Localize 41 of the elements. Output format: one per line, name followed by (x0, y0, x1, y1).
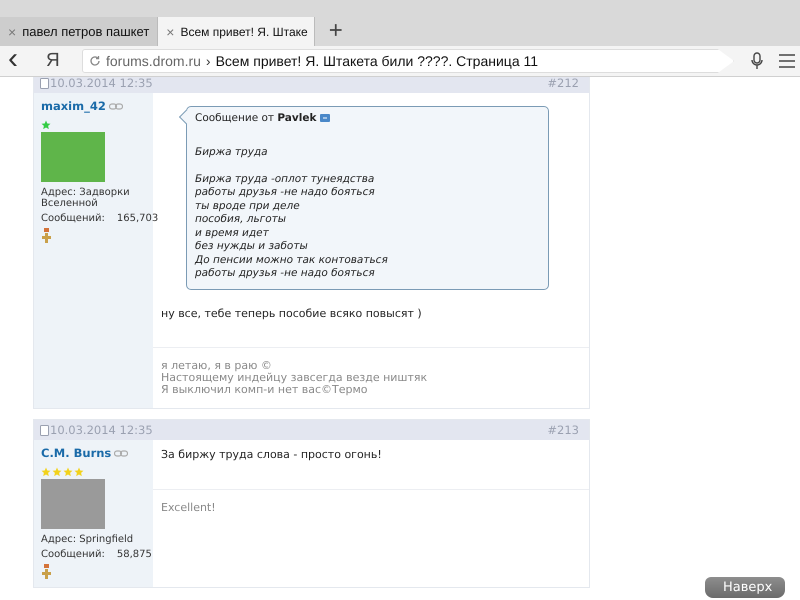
reload-icon[interactable] (89, 55, 101, 67)
message-text: ну все, тебе теперь пособие всяко повысят ) (161, 306, 423, 320)
scroll-top-button[interactable]: Наверх (705, 577, 785, 598)
browser-tab[interactable]: × Всем привет! Я. Штаке (158, 17, 315, 46)
browser-tab[interactable]: × павел петров пашкет (0, 17, 158, 46)
page-title: Всем привет! Я. Штакета били ????. Страница 11 (216, 53, 538, 69)
signature-text: я летаю, я в раю © Настоящему индейцу завсегда везде ништяк Я выключил комп-и нет вас©Термо (160, 358, 428, 398)
link-icon (114, 450, 128, 456)
avatar-placeholder (41, 132, 105, 182)
new-tab-button[interactable]: + (328, 16, 343, 45)
user-address: Адрес: Задворки Вселенной (41, 187, 131, 209)
posts-label: Сообщений: (41, 213, 105, 224)
medal-icon (41, 228, 52, 243)
posts-count: 58,875 (116, 549, 152, 560)
username[interactable]: maxim_42 (41, 99, 106, 113)
signature-text: Excellent! (160, 500, 217, 516)
posts-count: 165,703 (116, 213, 158, 224)
quote-title: Биржа труда (195, 146, 269, 160)
posts-label: Сообщений: (41, 549, 105, 560)
close-icon[interactable]: × (166, 24, 174, 40)
breadcrumb-separator: › (206, 53, 211, 69)
address-host: forums.drom.ru (106, 53, 201, 69)
username[interactable]: C.M. Burns (41, 446, 112, 460)
back-button[interactable]: ‹ (8, 46, 30, 72)
close-icon[interactable]: × (8, 24, 16, 40)
post-date: 10.03.2014 12:35 (50, 423, 153, 437)
link-icon (108, 102, 123, 110)
user-address: Адрес: Springfield (41, 534, 134, 545)
message-text: За биржу труда слова - просто огонь! (161, 448, 383, 461)
post-date: 10.03.2014 12:35 (50, 77, 153, 90)
checkbox-icon[interactable] (40, 424, 49, 436)
medal-icon (41, 564, 52, 579)
microphone-icon[interactable] (751, 52, 763, 70)
quote-header: Сообщение от Pavlek (195, 112, 316, 124)
avatar-placeholder (41, 479, 105, 529)
browser-logo[interactable]: Я (46, 50, 76, 72)
view-post-icon[interactable] (320, 114, 330, 122)
address-bar[interactable]: forums.drom.ru › Всем привет! Я. Штакета били ????. Страница 11 (82, 49, 734, 73)
menu-icon[interactable] (779, 54, 795, 68)
quote-text: Биржа труда -оплот тунеядства работы друзья -не надо бояться ты вроде при деле пособия, льготы и время идет без нужды и заботы До пенсии можно так контоваться работы друзья -не надо бояться (195, 172, 389, 280)
checkbox-icon[interactable] (40, 78, 49, 88)
